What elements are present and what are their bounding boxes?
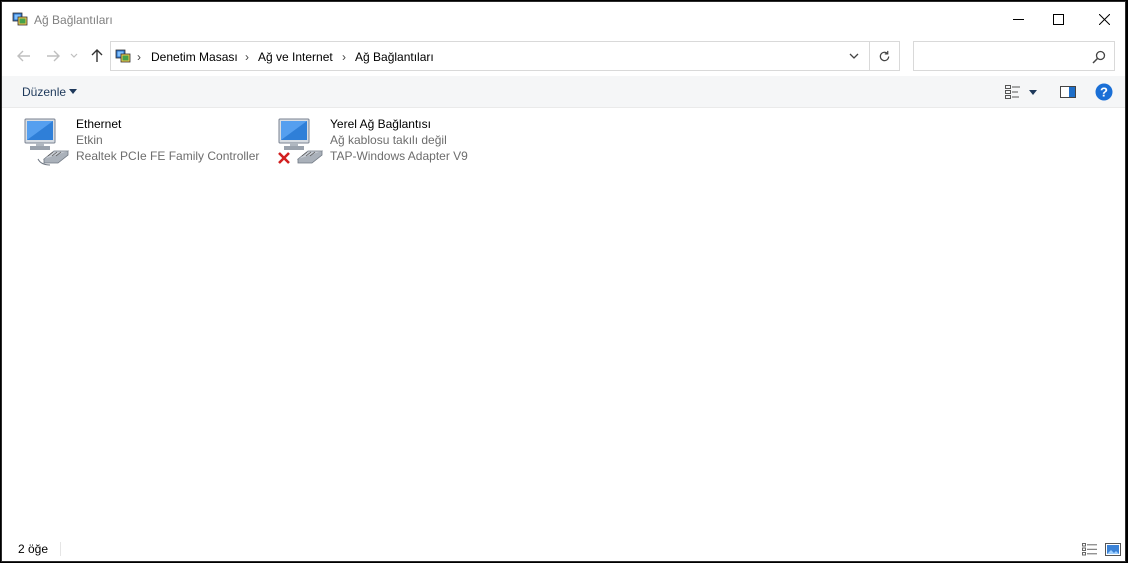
breadcrumb-network-connections[interactable]: Ağ Bağlantıları — [355, 50, 434, 64]
address-history-button[interactable] — [843, 42, 865, 70]
maximize-button[interactable] — [1035, 2, 1081, 36]
minimize-icon — [1012, 18, 1024, 20]
status-divider — [60, 542, 61, 556]
svg-text:?: ? — [1100, 85, 1108, 100]
close-button[interactable] — [1081, 2, 1127, 36]
title-bar: Ağ Bağlantıları — [2, 2, 1125, 36]
command-bar: Düzenle ? — [2, 76, 1125, 108]
breadcrumb-separator[interactable]: › — [137, 50, 141, 64]
connection-name: Ethernet — [76, 117, 122, 131]
connection-item-local-area[interactable]: Yerel Ağ Bağlantısı Ağ kablosu takılı de… — [276, 117, 521, 169]
status-bar: 2 öğe — [2, 537, 1125, 561]
explorer-window: Ağ Bağlantıları › Denetim Masası › Ağ ve… — [1, 1, 1126, 562]
connection-name: Yerel Ağ Bağlantısı — [330, 117, 431, 131]
search-input[interactable] — [913, 41, 1115, 71]
large-icons-view-icon — [1105, 542, 1121, 556]
network-adapter-disconnected-icon — [276, 117, 326, 169]
caret-down-icon[interactable] — [69, 89, 77, 94]
help-button[interactable]: ? — [1094, 82, 1114, 102]
preview-pane-icon — [1060, 86, 1076, 98]
item-count: 2 öğe — [18, 542, 49, 556]
view-options-icon — [1005, 85, 1020, 99]
connection-status: Etkin — [76, 133, 103, 147]
up-button[interactable] — [87, 46, 107, 66]
control-panel-icon — [115, 48, 131, 64]
connection-item-ethernet[interactable]: Ethernet Etkin Realtek PCIe FE Family Co… — [22, 117, 267, 169]
back-button[interactable] — [14, 46, 34, 66]
maximize-icon — [1052, 13, 1064, 25]
close-icon — [1098, 13, 1110, 25]
recent-locations-button[interactable] — [67, 46, 81, 66]
chevron-down-icon — [849, 53, 859, 59]
large-icons-view-button[interactable] — [1104, 541, 1122, 557]
address-bar[interactable]: › Denetim Masası › Ağ ve Internet › Ağ B… — [110, 41, 900, 71]
preview-pane-button[interactable] — [1058, 82, 1078, 102]
address-row: › Denetim Masası › Ağ ve Internet › Ağ B… — [2, 36, 1125, 76]
search-icon[interactable] — [1092, 50, 1106, 64]
file-list: Ethernet Etkin Realtek PCIe FE Family Co… — [2, 109, 1125, 529]
refresh-icon — [879, 50, 890, 61]
breadcrumb-separator[interactable]: › — [342, 50, 346, 64]
forward-button[interactable] — [43, 46, 63, 66]
connection-status: Ağ kablosu takılı değil — [330, 133, 447, 147]
breadcrumb-separator[interactable]: › — [245, 50, 249, 64]
disconnected-x-icon — [278, 152, 290, 164]
caret-down-icon — [1029, 89, 1037, 95]
network-connections-icon — [12, 11, 28, 27]
arrow-right-icon — [47, 50, 60, 62]
view-menu-button[interactable] — [1026, 82, 1040, 102]
organize-menu-button[interactable]: Düzenle — [22, 85, 66, 99]
details-view-icon — [1082, 542, 1097, 555]
change-view-button[interactable] — [1003, 82, 1023, 102]
connection-device: TAP-Windows Adapter V9 — [330, 149, 468, 163]
breadcrumb-network-internet[interactable]: Ağ ve Internet — [258, 50, 333, 64]
network-adapter-icon — [22, 117, 72, 169]
breadcrumb-control-panel[interactable]: Denetim Masası — [151, 50, 238, 64]
window-title: Ağ Bağlantıları — [34, 13, 113, 27]
refresh-button[interactable] — [869, 42, 899, 70]
arrow-left-icon — [17, 50, 30, 62]
details-view-button[interactable] — [1081, 541, 1099, 557]
arrow-up-icon — [91, 49, 103, 62]
connection-device: Realtek PCIe FE Family Controller — [76, 149, 260, 163]
chevron-down-icon — [70, 53, 78, 58]
help-icon: ? — [1095, 83, 1113, 101]
